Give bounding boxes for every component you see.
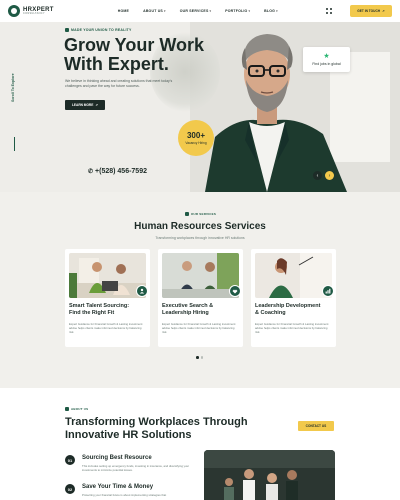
nav-our-services[interactable]: OUR SERVICES▾ [180,9,212,13]
tag-icon [185,212,189,216]
scroll-to-explore[interactable]: Scroll To Explore [11,73,15,102]
service-image [69,253,146,298]
chevron-down-icon: ▾ [248,9,251,13]
service-image [162,253,239,298]
slider-prev-button[interactable]: ‹ [313,171,322,180]
feature-title: Save Your Time & Money [82,484,154,490]
services-title: Human Resources Services [134,221,266,232]
tag-icon [65,28,69,32]
scroll-line [14,137,15,151]
feature-number: 01 [65,455,75,465]
carousel-dots [196,356,203,359]
site-header: HRXPERT CONSULTANCY HOME ABOUT US▾ OUR S… [0,0,400,22]
growth-icon [322,285,334,297]
service-title: Executive Search & Leadership Hiring [162,303,214,316]
slider-next-button[interactable]: › [325,171,334,180]
service-card[interactable]: Executive Search & Leadership Hiring Exp… [158,249,243,347]
learn-more-button[interactable]: LEARN MORE ↗ [65,100,105,110]
nav-home[interactable]: HOME [118,9,129,13]
logo-tagline: CONSULTANCY [23,11,45,15]
nav-blog[interactable]: BLOG▾ [264,9,278,13]
service-description: Expert Guidance for Financial Growth & L… [255,322,329,334]
feature-description: Protecting your financial future is abou… [82,493,167,497]
logo[interactable]: HRXPERT CONSULTANCY [8,5,54,17]
get-in-touch-button[interactable]: GET IN TOUCH ↗ [350,5,392,17]
main-nav: HOME ABOUT US▾ OUR SERVICES▾ PORTFOLIO▾ … [118,9,278,13]
hero-eyebrow: MADE YOUR UNION TO REALITY [65,28,132,32]
feature-item: 01 Sourcing Best Resource This includes … [65,455,195,477]
hero-description: We believe in thinking ahead and creatin… [65,79,173,88]
carousel-dot[interactable] [200,356,203,359]
talent-icon [136,285,148,297]
contact-us-button[interactable]: CONTACT US [298,421,334,431]
trustpilot-star-icon: ★ [323,53,330,60]
service-card[interactable]: Leadership Development & Coaching Expert… [251,249,336,347]
carousel-dot-active[interactable] [196,356,199,359]
menu-grid-icon[interactable] [325,7,333,15]
nav-about-us[interactable]: ABOUT US▾ [143,9,166,13]
hero-phone[interactable]: ✆ +(528) 456-7592 [88,168,147,175]
service-card[interactable]: Smart Talent Sourcing: Find the Right Fi… [65,249,150,347]
handshake-icon [229,285,241,297]
feature-number: 02 [65,484,75,494]
services-subtitle: Transforming workplaces through innovati… [155,236,245,240]
about-eyebrow: ABOUT US [65,407,88,411]
arrow-up-right-icon: ↗ [382,9,385,13]
service-description: Expert Guidance for Financial Growth & L… [69,322,143,334]
service-title: Smart Talent Sourcing: Find the Right Fi… [69,303,130,316]
logo-mark-icon [8,5,20,17]
service-image [255,253,332,298]
feature-item: 02 Save Your Time & Money Protecting you… [65,484,195,500]
phone-icon: ✆ [88,169,94,175]
services-eyebrow: OUR SERVICES [185,212,216,216]
team-meeting-image [204,450,335,500]
chevron-down-icon: ▾ [163,9,166,13]
feature-description: This includes setting up emergency funds… [82,464,190,472]
service-description: Expert Guidance for Financial Growth & L… [162,322,236,334]
rating-card: ★ Find jobs in global [303,47,350,72]
service-title: Leadership Development & Coaching [255,303,321,316]
about-title: Transforming Workplaces Through Innovati… [65,416,248,441]
chevron-down-icon: ▾ [209,9,212,13]
arrow-up-right-icon: ↗ [95,103,99,107]
nav-portfolio[interactable]: PORTFOLIO▾ [225,9,250,13]
tag-icon [65,407,69,411]
vacancy-badge: 300+ Vacancy Hiring [178,120,214,156]
feature-title: Sourcing Best Resource [82,455,152,461]
chevron-down-icon: ▾ [276,9,278,13]
